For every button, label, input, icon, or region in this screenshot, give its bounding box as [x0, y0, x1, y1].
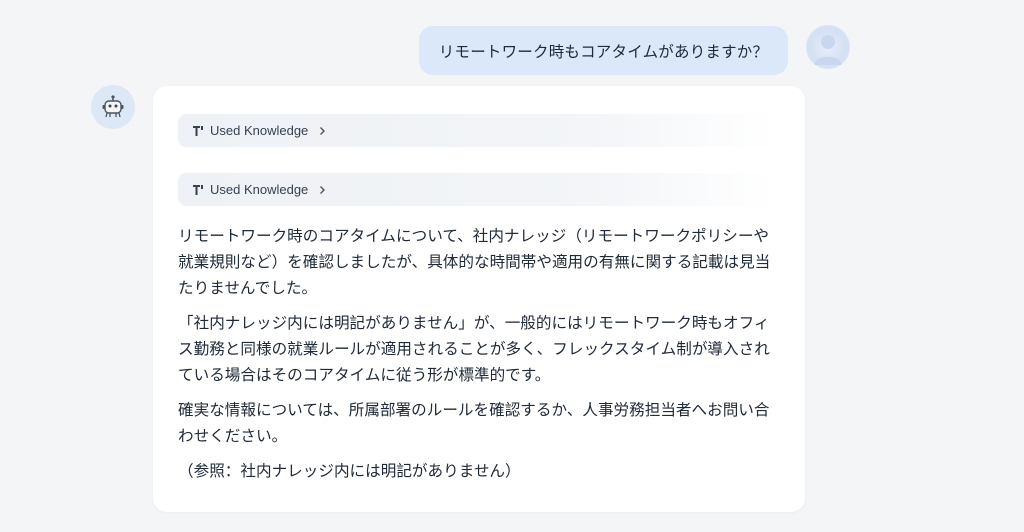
chat-page: リモートワーク時もコアタイムがありますか？ Used Knowledge Use… [0, 0, 1024, 532]
answer-paragraph: 確実な情報については、所属部署のルールを確認するか、人事労務担当者へお問い合わせ… [178, 401, 770, 445]
chevron-right-icon [320, 185, 326, 194]
answer-paragraph: リモートワーク時のコアタイムについて、社内ナレッジ（リモートワークポリシーや就業… [178, 227, 771, 297]
used-knowledge-toggle[interactable]: Used Knowledge [178, 114, 774, 147]
user-message: リモートワーク時もコアタイムがありますか？ [419, 26, 788, 75]
knowledge-icon [193, 125, 203, 136]
used-knowledge-label: Used Knowledge [210, 182, 309, 197]
user-avatar[interactable] [806, 25, 850, 69]
used-knowledge-label: Used Knowledge [210, 123, 309, 138]
user-avatar-icon [814, 35, 842, 65]
bot-message-card: Used Knowledge Used Knowledge リモートワーク時のコ… [153, 86, 805, 512]
answer-paragraph: 「社内ナレッジ内には明記がありません」が、一般的にはリモートワーク時もオフィス勤… [178, 314, 770, 384]
knowledge-icon [193, 184, 203, 195]
robot-icon [102, 95, 124, 118]
chevron-right-icon [320, 126, 326, 135]
reference-note: （参照：社内ナレッジ内には明記がありません） [178, 462, 521, 480]
bot-message-body: リモートワーク時のコアタイムについて、社内ナレッジ（リモートワークポリシーや就業… [178, 223, 778, 493]
used-knowledge-toggle[interactable]: Used Knowledge [178, 173, 774, 206]
user-message-text: リモートワーク時もコアタイムがありますか？ [438, 42, 769, 61]
bot-avatar [91, 85, 135, 129]
